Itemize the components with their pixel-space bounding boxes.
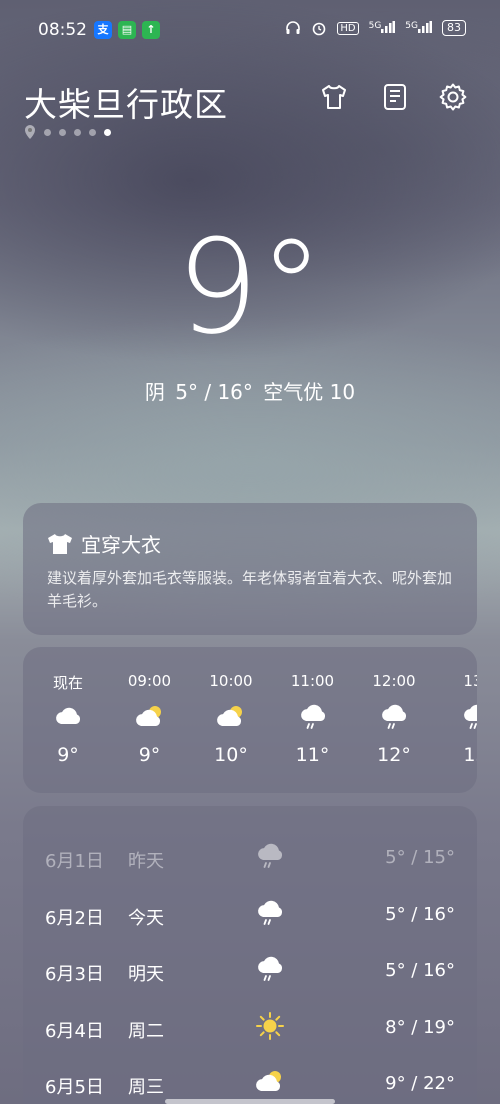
alarm-icon [313, 22, 326, 36]
day-date: 6月5日 [45, 1077, 104, 1098]
daily-row[interactable]: 6月2日 今天 5° / 16° [23, 900, 477, 960]
hour-temp: 12° [377, 744, 411, 766]
hour-temp: 9° [138, 744, 161, 766]
alipay-icon: 支 [94, 21, 112, 39]
shirt-icon [48, 533, 72, 554]
location-pin-icon [25, 125, 35, 139]
status-right: HD 5G 5G 83 [285, 20, 466, 36]
upload-icon: ↑ [142, 21, 160, 39]
partly-weather-icon [255, 1067, 285, 1097]
hourly-forecast[interactable]: 现在 9° 09:00 9° 10:00 10° 11:00 11° 12:00 12° 13: 13 [23, 647, 477, 793]
current-summary: 阴 5° / 16° 空气优 10 [0, 376, 500, 405]
partly-weather-icon [216, 702, 246, 732]
page-dot [89, 128, 96, 136]
day-date: 6月1日 [45, 851, 104, 872]
day-range: 9° / 22° [385, 1073, 455, 1094]
page-dot [44, 128, 51, 136]
partly-weather-icon [135, 702, 165, 732]
day-range: 5° / 16° [385, 903, 455, 925]
status-time: 08:52 [38, 20, 87, 40]
day-name: 今天 [128, 907, 164, 929]
day-date: 6月2日 [45, 907, 104, 929]
gear-icon[interactable] [438, 82, 468, 112]
hour-label: 09:00 [127, 672, 172, 690]
rain-weather-icon [461, 702, 477, 732]
page-dot [74, 128, 81, 136]
city-name[interactable]: 大柴旦行政区 [24, 78, 228, 126]
rain-weather-icon [255, 841, 285, 871]
hour-label: 现在 [52, 674, 83, 692]
rain-weather-icon [379, 702, 409, 732]
page-dot-active [104, 128, 111, 136]
hour-label: 10:00 [209, 672, 253, 690]
rain-weather-icon [255, 898, 285, 928]
message-icon: ▤ [118, 21, 136, 39]
rain-weather-icon [298, 702, 328, 732]
day-date: 6月4日 [45, 1020, 104, 1042]
headphones-icon [286, 21, 301, 34]
hour-temp: 9° [57, 744, 79, 766]
day-range: 5° / 16° [385, 960, 455, 981]
day-range: 5° / 15° [385, 847, 455, 868]
day-date: 6月3日 [45, 964, 104, 985]
hour-temp: 13 [463, 744, 477, 766]
page-dot [59, 128, 66, 136]
hour-temp: 11° [295, 744, 330, 766]
page-indicator [24, 125, 111, 139]
day-name: 周三 [128, 1077, 164, 1098]
current-temperature: 9° [176, 211, 324, 363]
status-bar: 08:52 支 ▤ ↑ HD 5G 5G 83 [0, 0, 500, 60]
cloud-weather-icon [53, 702, 83, 732]
hour-label: 11:00 [290, 672, 335, 690]
daily-row[interactable]: 6月3日 明天 5° / 16° [23, 956, 477, 1016]
day-range: 8° / 19° [385, 1016, 455, 1038]
sun-weather-icon [255, 1011, 285, 1041]
signal-5g-1: 5G [369, 20, 396, 36]
clothing-icon[interactable] [319, 82, 349, 112]
hour-label: 13: [463, 672, 477, 690]
daily-row[interactable]: 6月4日 周二 8° / 19° [23, 1011, 477, 1073]
signal-5g-2: 5G [405, 20, 432, 36]
hour-label: 12:00 [372, 672, 416, 690]
clothing-desc: 建议着厚外套加毛衣等服装。年老体弱者宜着大衣、呢外套加羊毛衫。 [47, 569, 453, 610]
clothing-title: 宜穿大衣 [47, 529, 161, 558]
hour-temp: 10° [214, 744, 248, 766]
day-name: 昨天 [128, 851, 164, 872]
daily-forecast[interactable]: 6月1日 昨天 5° / 15° 6月2日 今天 5° / 16° 6月3日 明天 5° / 1… [23, 806, 477, 1104]
daily-row[interactable]: 6月1日 昨天 5° / 15° [23, 843, 477, 903]
notes-icon[interactable] [380, 82, 410, 112]
hd-badge: HD [337, 21, 359, 35]
air-quality[interactable]: 空气优 10 [263, 380, 355, 404]
day-name: 明天 [128, 964, 164, 985]
home-indicator[interactable] [165, 1099, 335, 1104]
clothing-card[interactable]: 宜穿大衣 建议着厚外套加毛衣等服装。年老体弱者宜着大衣、呢外套加羊毛衫。 [23, 503, 477, 635]
day-name: 周二 [128, 1020, 164, 1042]
current-range: 5° / 16° [175, 380, 253, 404]
battery-indicator: 83 [442, 20, 466, 36]
current-condition: 阴 [144, 380, 165, 404]
rain-weather-icon [255, 954, 285, 984]
